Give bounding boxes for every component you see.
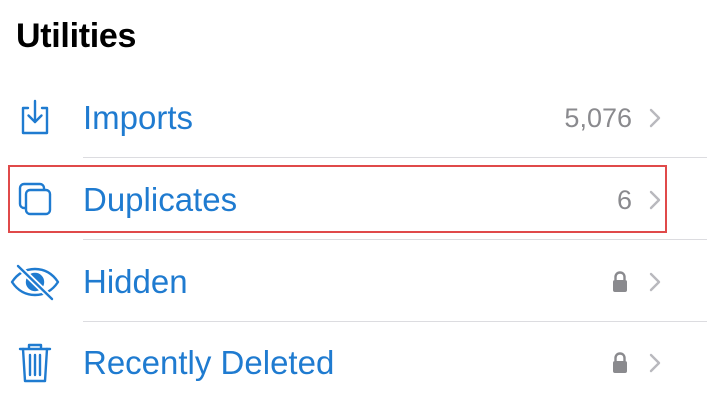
- chevron-right-icon: [648, 107, 662, 129]
- chevron-right-icon: [648, 271, 662, 293]
- row-separator: [83, 239, 707, 240]
- lock-icon: [611, 351, 629, 375]
- chevron-right-icon: [648, 352, 662, 374]
- row-separator: [83, 321, 707, 322]
- duplicates-icon: [10, 178, 60, 222]
- eye-slash-icon: [10, 260, 60, 304]
- trash-icon: [10, 341, 60, 385]
- row-duplicates[interactable]: Duplicates 6: [0, 160, 707, 240]
- row-imports[interactable]: Imports 5,076: [0, 78, 707, 158]
- lock-icon: [611, 270, 629, 294]
- row-label-hidden: Hidden: [83, 263, 188, 300]
- row-recently-deleted[interactable]: Recently Deleted: [0, 323, 707, 403]
- row-label-imports: Imports: [83, 99, 194, 136]
- row-count-imports: 5,076: [564, 103, 632, 133]
- import-tray-icon: [10, 96, 60, 140]
- utilities-screen: Utilities Imports 5,076 Duplicates 6 Hid…: [0, 0, 707, 420]
- section-title: Utilities: [16, 17, 137, 55]
- row-label-recently-deleted: Recently Deleted: [83, 344, 335, 381]
- row-count-duplicates: 6: [616, 185, 632, 215]
- row-label-duplicates: Duplicates: [83, 181, 238, 218]
- row-separator: [83, 157, 707, 158]
- chevron-right-icon: [648, 189, 662, 211]
- row-hidden[interactable]: Hidden: [0, 242, 707, 322]
